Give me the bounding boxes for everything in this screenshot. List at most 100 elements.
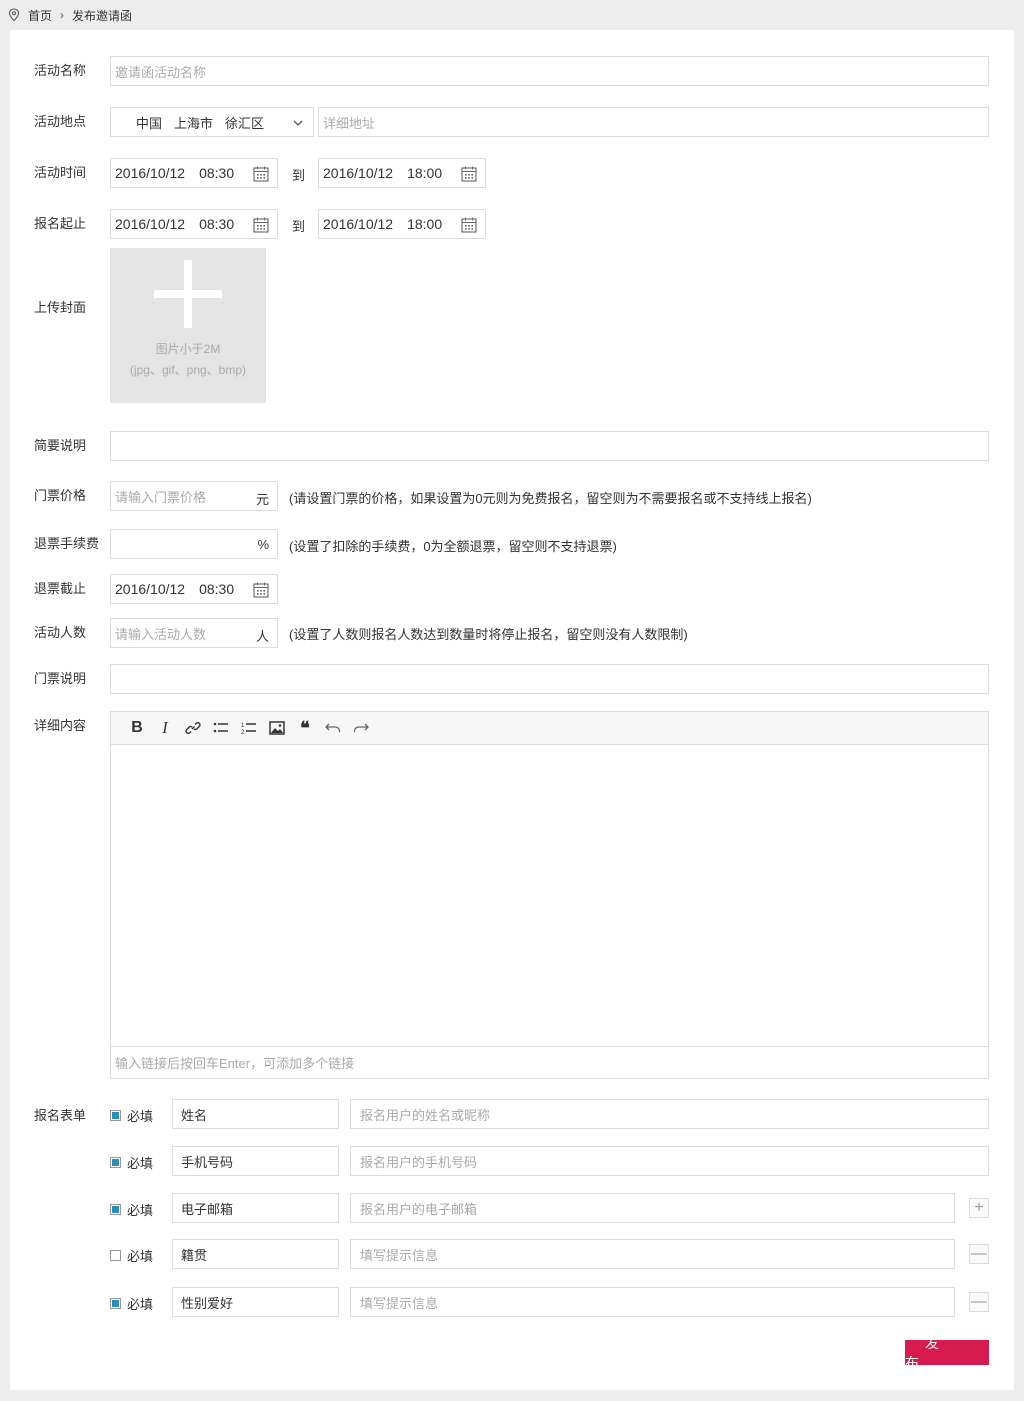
checkbox-checked-icon[interactable]	[110, 1204, 121, 1215]
required-checkbox[interactable]: 必填	[110, 1294, 153, 1313]
form-field-name-input[interactable]: 姓名	[172, 1099, 339, 1129]
form-field-hint-input[interactable]: 报名用户的手机号码	[350, 1146, 989, 1176]
cover-format-hint: (jpg、gif、png、bmp)	[129, 363, 247, 377]
event-end-date: 2016/10/12	[323, 165, 394, 181]
signup-start-date: 2016/10/12	[115, 216, 186, 232]
event-end-time: 18:00	[407, 165, 443, 181]
form-field-hint: 报名用户的电子邮箱	[360, 1201, 478, 1217]
form-field-name-input[interactable]: 手机号码	[172, 1146, 339, 1176]
form-field-hint-input[interactable]: 报名用户的姓名或昵称	[350, 1099, 989, 1129]
quote-icon[interactable]: ❝	[291, 716, 319, 740]
calendar-icon[interactable]	[253, 582, 269, 598]
event-name-input[interactable]: 邀请函活动名称	[110, 56, 989, 86]
cover-upload-label: 上传封面	[34, 300, 87, 315]
calendar-icon[interactable]	[461, 166, 477, 182]
refund-fee-hint: (设置了扣除的手续费，0为全额退票，留空则不支持退票)	[289, 539, 617, 554]
region-city: 上海市	[174, 115, 214, 131]
form-field-name-input[interactable]: 电子邮箱	[172, 1193, 339, 1223]
required-label: 必填	[127, 1297, 154, 1312]
form-field-name: 籍贯	[181, 1247, 208, 1263]
editor-content-area[interactable]	[111, 745, 988, 1046]
rich-text-editor: B I 12 ❝ 输入链接后按回车Enter，可添加多个链接	[110, 711, 989, 1079]
event-start-datetime[interactable]: 2016/10/12 08:30	[110, 158, 278, 188]
form-field-hint: 报名用户的手机号码	[360, 1154, 478, 1170]
bullet-list-icon[interactable]	[207, 716, 235, 740]
address-placeholder: 详细地址	[323, 115, 376, 131]
breadcrumb-current: 发布邀请函	[72, 8, 133, 23]
headcount-label: 活动人数	[34, 625, 87, 640]
calendar-icon[interactable]	[253, 217, 269, 233]
checkbox-unchecked-icon[interactable]	[110, 1250, 121, 1261]
remove-field-button[interactable]: —	[969, 1292, 989, 1312]
headcount-input[interactable]: 请输入活动人数 人	[110, 618, 278, 648]
headcount-unit: 人	[255, 629, 269, 644]
event-start-time: 08:30	[199, 165, 235, 181]
cover-upload-area[interactable]: 图片小于2M (jpg、gif、png、bmp)	[110, 248, 266, 403]
signup-start-time: 08:30	[199, 216, 235, 232]
ticket-price-unit: 元	[255, 492, 269, 507]
event-start-date: 2016/10/12	[115, 165, 186, 181]
headcount-placeholder: 请输入活动人数	[115, 626, 207, 642]
calendar-icon[interactable]	[461, 217, 477, 233]
event-end-datetime[interactable]: 2016/10/12 18:00	[318, 158, 486, 188]
event-name-placeholder: 邀请函活动名称	[115, 64, 207, 80]
required-checkbox[interactable]: 必填	[110, 1246, 153, 1265]
checkbox-checked-icon[interactable]	[110, 1157, 121, 1168]
form-field-name-input[interactable]: 性别爱好	[172, 1287, 339, 1317]
refund-deadline-time: 08:30	[199, 581, 235, 597]
form-field-hint: 填写提示信息	[360, 1295, 439, 1311]
form-field-name: 姓名	[181, 1107, 208, 1123]
form-field-name: 性别爱好	[181, 1295, 234, 1311]
italic-icon[interactable]: I	[151, 716, 179, 740]
ticket-price-input[interactable]: 请输入门票价格 元	[110, 481, 278, 511]
ticket-desc-input[interactable]	[110, 664, 989, 694]
signup-end-datetime[interactable]: 2016/10/12 18:00	[318, 209, 486, 239]
to-label: 到	[292, 219, 306, 234]
region-select[interactable]: 中国 上海市 徐汇区	[110, 107, 314, 137]
editor-toolbar: B I 12 ❝	[111, 712, 988, 745]
required-checkbox[interactable]: 必填	[110, 1153, 153, 1172]
svg-text:2: 2	[241, 730, 245, 735]
publish-button[interactable]: 发布	[905, 1335, 989, 1371]
chevron-right-icon: ›	[60, 8, 65, 22]
region-district: 徐汇区	[225, 115, 265, 131]
form-field-hint-input[interactable]: 填写提示信息	[350, 1239, 955, 1269]
signup-start-datetime[interactable]: 2016/10/12 08:30	[110, 209, 278, 239]
undo-icon[interactable]	[319, 716, 347, 740]
redo-icon[interactable]	[347, 716, 375, 740]
form-field-hint: 填写提示信息	[360, 1247, 439, 1263]
remove-field-button[interactable]: —	[969, 1244, 989, 1264]
form-field-hint-input[interactable]: 填写提示信息	[350, 1287, 955, 1317]
refund-deadline-date: 2016/10/12	[115, 581, 186, 597]
address-input[interactable]: 详细地址	[318, 107, 989, 137]
to-label: 到	[292, 168, 306, 183]
refund-deadline-datetime[interactable]: 2016/10/12 08:30	[110, 574, 278, 604]
required-checkbox[interactable]: 必填	[110, 1106, 153, 1125]
checkbox-checked-icon[interactable]	[110, 1110, 121, 1121]
form-field-hint-input[interactable]: 报名用户的电子邮箱	[350, 1193, 955, 1223]
refund-deadline-label: 退票截止	[34, 581, 87, 596]
location-pin-icon	[8, 8, 20, 22]
detail-content-label: 详细内容	[34, 718, 87, 733]
numbered-list-icon[interactable]: 12	[235, 716, 263, 740]
form-field-name-input[interactable]: 籍贯	[172, 1239, 339, 1269]
breadcrumb-home-link[interactable]: 首页	[28, 7, 52, 24]
refund-fee-input[interactable]: %	[110, 529, 278, 559]
ticket-price-placeholder: 请输入门票价格	[115, 489, 207, 505]
link-input[interactable]: 输入链接后按回车Enter，可添加多个链接	[111, 1046, 988, 1078]
required-checkbox[interactable]: 必填	[110, 1200, 153, 1219]
required-label: 必填	[127, 1203, 154, 1218]
bold-icon[interactable]: B	[123, 716, 151, 740]
add-field-button[interactable]: +	[969, 1198, 989, 1218]
required-label: 必填	[127, 1249, 154, 1264]
checkbox-checked-icon[interactable]	[110, 1298, 121, 1309]
form-field-name: 电子邮箱	[181, 1201, 234, 1217]
event-time-label: 活动时间	[34, 165, 87, 180]
image-icon[interactable]	[263, 716, 291, 740]
summary-input[interactable]	[110, 431, 989, 461]
calendar-icon[interactable]	[253, 166, 269, 182]
headcount-hint: (设置了人数则报名人数达到数量时将停止报名，留空则没有人数限制)	[289, 627, 688, 642]
signup-end-date: 2016/10/12	[323, 216, 394, 232]
link-icon[interactable]	[179, 716, 207, 740]
required-label: 必填	[127, 1156, 154, 1171]
